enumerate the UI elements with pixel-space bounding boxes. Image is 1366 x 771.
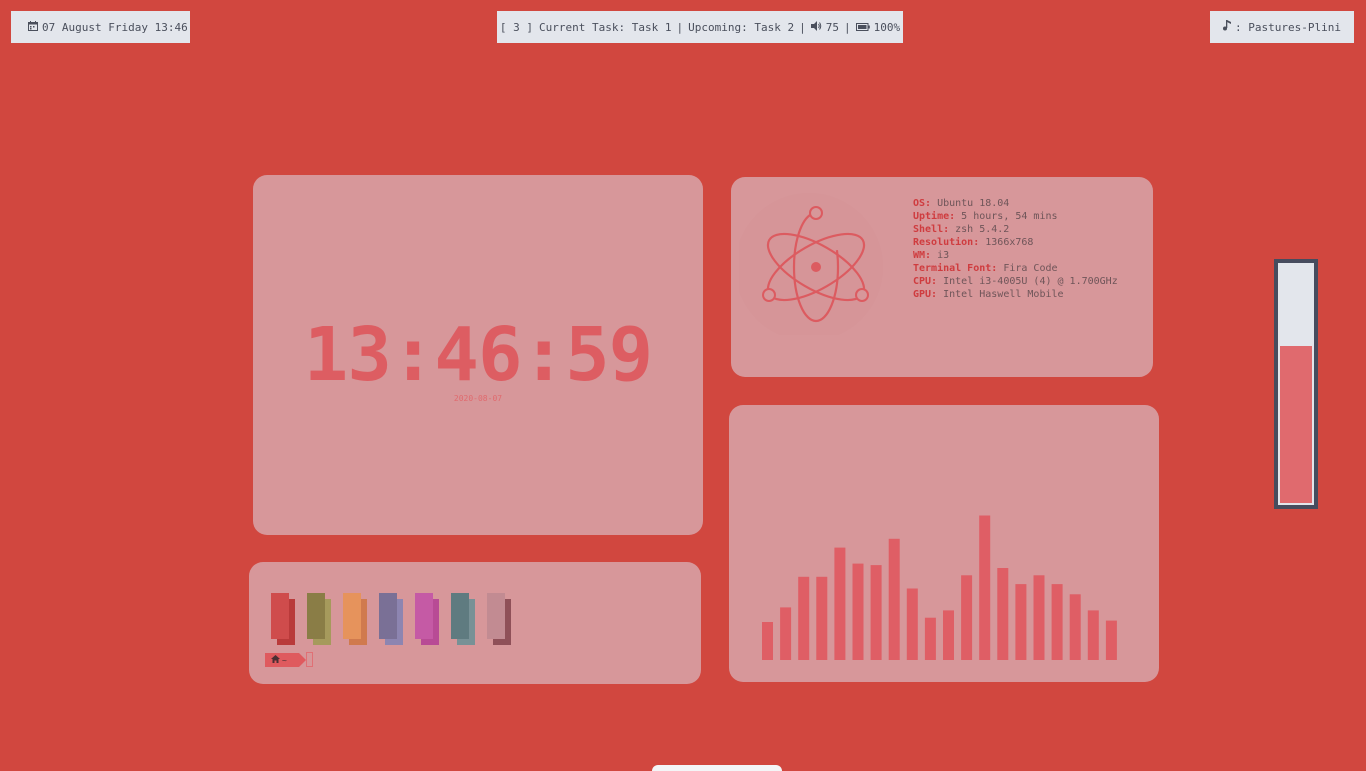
- sysinfo-list: OS: Ubuntu 18.04 Uptime: 5 hours, 54 mins…: [913, 197, 1118, 301]
- current-task: Current Task: Task 1: [539, 20, 672, 34]
- sysinfo-value: Fira Code: [997, 263, 1058, 274]
- terminal-cursor[interactable]: [306, 652, 313, 667]
- visualizer-bar: [997, 568, 1009, 660]
- visualizer-bar: [1105, 620, 1117, 660]
- separator: |: [843, 20, 851, 34]
- visualizer-bar: [961, 575, 973, 660]
- sysinfo-value: Intel i3-4005U (4) @ 1.700GHz: [937, 276, 1118, 287]
- battery-icon: [855, 21, 870, 34]
- visualizer-bar: [1087, 610, 1099, 660]
- topbar-status[interactable]: [ 3 ] Current Task: Task 1 | Upcoming: T…: [497, 11, 903, 43]
- topbar-music[interactable]: : Pastures-Plini: [1210, 11, 1354, 43]
- separator: |: [676, 20, 684, 34]
- color-swatch: [487, 593, 505, 639]
- sysinfo-key: OS:: [913, 198, 932, 209]
- volume-fill: [1280, 345, 1312, 503]
- prompt-path: ~: [282, 655, 287, 665]
- sysinfo-row: Terminal Font: Fira Code: [913, 262, 1118, 275]
- color-swatch: [343, 593, 361, 639]
- visualizer-bar: [888, 538, 900, 660]
- sysinfo-value: 1366x768: [979, 237, 1034, 248]
- audio-visualizer-widget: [729, 405, 1159, 682]
- workspace-indicator[interactable]: [ 3 ]: [500, 21, 533, 34]
- datetime-text: 07 August Friday 13:46: [42, 20, 188, 34]
- color-swatch: [307, 593, 325, 639]
- shell-prompt: ~: [265, 653, 306, 667]
- sysinfo-key: Terminal Font:: [913, 263, 998, 274]
- terminal-widget: ~: [249, 562, 701, 684]
- sysinfo-row: Uptime: 5 hours, 54 mins: [913, 210, 1118, 223]
- volume-icon[interactable]: [810, 20, 822, 34]
- separator: |: [799, 20, 806, 34]
- visualizer-bar: [798, 576, 810, 660]
- visualizer-bar: [780, 607, 792, 660]
- dock-handle[interactable]: [652, 765, 782, 771]
- visualizer-bar: [816, 576, 828, 660]
- visualizer-bar: [852, 563, 864, 660]
- upcoming-task: Upcoming: Task 2: [688, 20, 795, 34]
- sysinfo-row: WM: i3: [913, 249, 1118, 262]
- atom-electron-icon: [735, 187, 887, 341]
- visualizer-bar: [1051, 584, 1063, 660]
- sysinfo-value: i3: [931, 250, 950, 261]
- sysinfo-row: Shell: zsh 5.4.2: [913, 223, 1118, 236]
- sysinfo-row: GPU: Intel Haswell Mobile: [913, 288, 1118, 301]
- sysinfo-key: WM:: [913, 250, 932, 261]
- sysinfo-value: Intel Haswell Mobile: [937, 289, 1064, 300]
- visualizer-bar: [979, 515, 991, 660]
- sysinfo-value: 5 hours, 54 mins: [955, 211, 1058, 222]
- color-swatch: [271, 593, 289, 639]
- sysinfo-key: Uptime:: [913, 211, 956, 222]
- sysinfo-row: OS: Ubuntu 18.04: [913, 197, 1118, 210]
- clock-widget: 13:46:59 2020-08-07: [253, 175, 703, 535]
- volume-value: 75: [825, 20, 839, 34]
- music-icon: [1223, 20, 1232, 34]
- color-swatch: [415, 593, 433, 639]
- clock-time: 13:46:59: [303, 312, 653, 398]
- sysinfo-widget: OS: Ubuntu 18.04 Uptime: 5 hours, 54 mins…: [731, 177, 1153, 377]
- volume-slider[interactable]: [1274, 259, 1318, 509]
- topbar-datetime[interactable]: 07 August Friday 13:46: [11, 11, 190, 43]
- sysinfo-key: CPU:: [913, 276, 938, 287]
- visualizer-bar: [943, 610, 954, 660]
- color-swatch: [451, 593, 469, 639]
- visualizer-bar: [1015, 584, 1027, 660]
- sysinfo-row: Resolution: 1366x768: [913, 236, 1118, 249]
- visualizer-bar: [762, 622, 773, 660]
- visualizer-bar: [1069, 594, 1081, 660]
- visualizer-bar: [906, 588, 918, 660]
- calendar-icon: [28, 20, 38, 34]
- visualizer-bar: [924, 617, 936, 660]
- color-swatch: [379, 593, 397, 639]
- home-icon: [271, 655, 280, 665]
- sysinfo-value: zsh 5.4.2: [949, 224, 1010, 235]
- now-playing: : Pastures-Plini: [1235, 20, 1341, 34]
- battery-value: 100%: [873, 20, 901, 34]
- sysinfo-value: Ubuntu 18.04: [931, 198, 1010, 209]
- sysinfo-row: CPU: Intel i3-4005U (4) @ 1.700GHz: [913, 275, 1118, 288]
- clock-date: 2020-08-07: [453, 394, 503, 403]
- audio-visualizer: [762, 515, 1117, 660]
- visualizer-bar: [1033, 575, 1045, 660]
- volume-track: [1278, 263, 1314, 505]
- sysinfo-key: Shell:: [913, 224, 950, 235]
- visualizer-bar: [870, 565, 882, 660]
- visualizer-bar: [834, 547, 846, 660]
- sysinfo-key: GPU:: [913, 289, 938, 300]
- sysinfo-key: Resolution:: [913, 237, 980, 248]
